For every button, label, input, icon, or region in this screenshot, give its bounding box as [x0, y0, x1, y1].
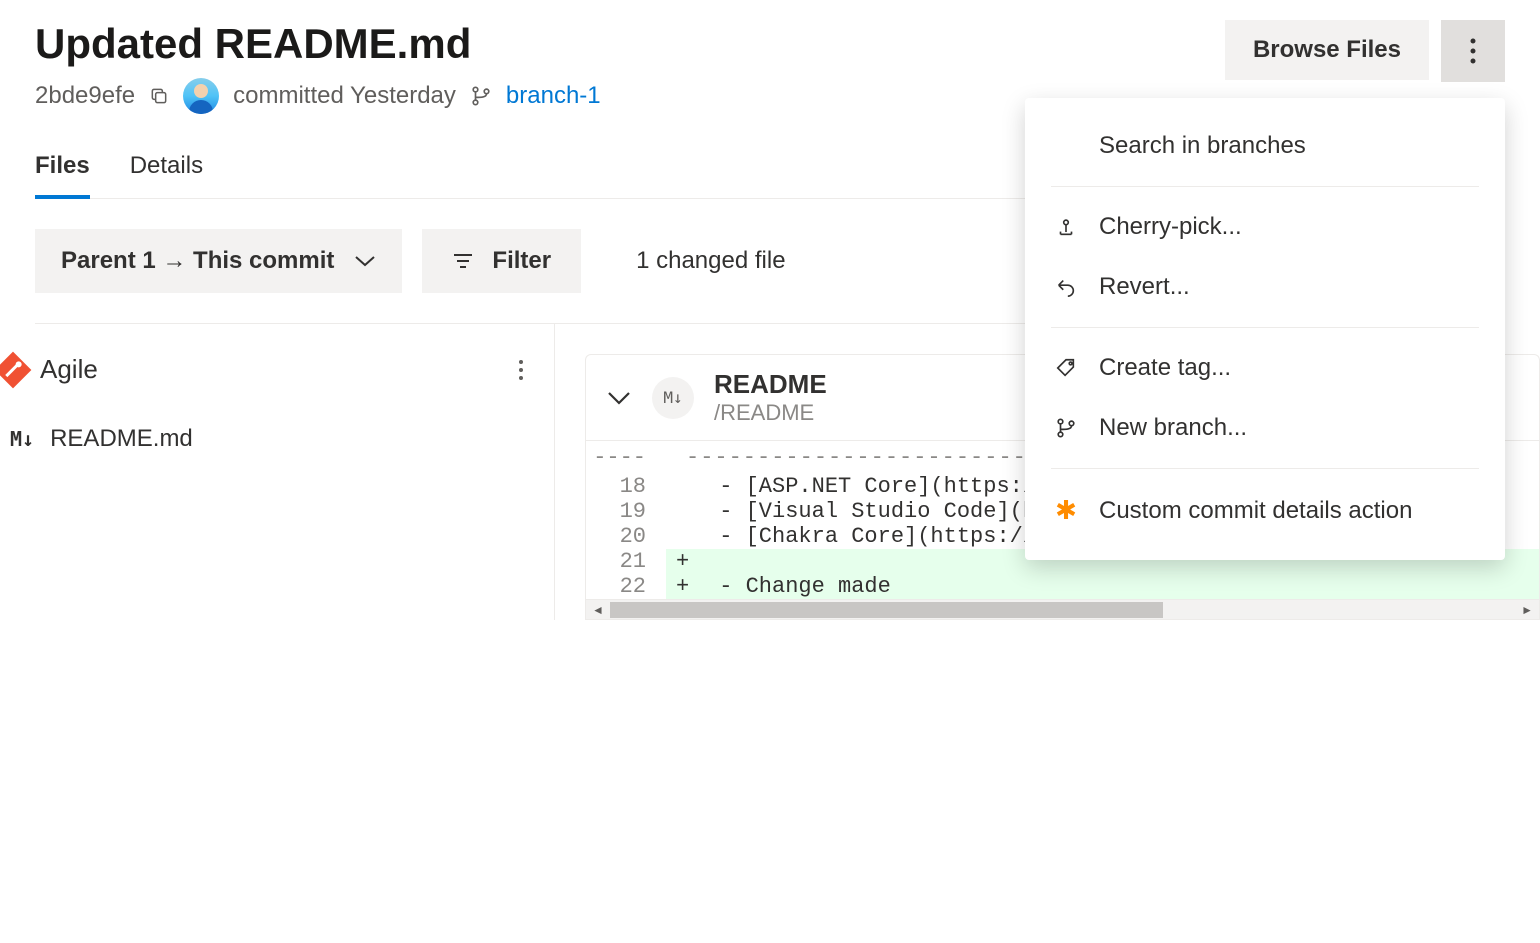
- git-icon: [0, 351, 31, 388]
- menu-search-branches[interactable]: Search in branches: [1025, 116, 1505, 176]
- line-number: 22: [586, 574, 666, 599]
- menu-item-label: Cherry-pick...: [1099, 213, 1242, 241]
- more-actions-button[interactable]: [1441, 20, 1505, 82]
- line-number: 18: [586, 474, 666, 499]
- repo-more-button[interactable]: [518, 359, 524, 381]
- menu-create-tag[interactable]: Create tag...: [1025, 338, 1505, 398]
- scroll-right-arrow[interactable]: ►: [1521, 603, 1533, 617]
- markdown-icon: M↓: [652, 377, 694, 419]
- menu-item-label: New branch...: [1099, 414, 1247, 442]
- tab-files[interactable]: Files: [35, 142, 90, 198]
- committed-text: committed Yesterday: [233, 82, 456, 110]
- menu-item-label: Revert...: [1099, 273, 1190, 301]
- collapse-toggle[interactable]: [606, 390, 632, 406]
- branch-icon: [470, 85, 492, 107]
- chevron-down-icon: [354, 254, 376, 268]
- file-tree-item[interactable]: M↓ README.md: [10, 413, 554, 465]
- menu-divider: [1051, 327, 1479, 328]
- star-icon: ✱: [1055, 495, 1077, 526]
- filter-label: Filter: [492, 247, 551, 275]
- revert-icon: [1055, 276, 1077, 298]
- markdown-icon: M↓: [10, 427, 34, 451]
- copy-icon[interactable]: [149, 86, 169, 106]
- diff-line: 22+ - Change made: [586, 574, 1539, 599]
- diff-marker: +: [666, 574, 696, 599]
- more-vertical-icon: [1470, 38, 1476, 64]
- scrollbar-thumb[interactable]: [610, 602, 1163, 618]
- menu-cherry-pick[interactable]: Cherry-pick...: [1025, 197, 1505, 257]
- cherry-pick-icon: [1055, 216, 1077, 238]
- horizontal-scrollbar[interactable]: ◄ ►: [585, 600, 1540, 620]
- menu-custom-action[interactable]: ✱ Custom commit details action: [1025, 479, 1505, 542]
- avatar[interactable]: [183, 78, 219, 114]
- filter-icon: [452, 252, 474, 270]
- line-number: 21: [586, 549, 666, 574]
- menu-item-label: Custom commit details action: [1099, 497, 1412, 525]
- menu-new-branch[interactable]: New branch...: [1025, 398, 1505, 458]
- line-number: 19: [586, 499, 666, 524]
- diff-marker: [666, 524, 696, 549]
- context-menu: Search in branches Cherry-pick...: [1025, 98, 1505, 560]
- scroll-left-arrow[interactable]: ◄: [592, 603, 604, 617]
- diff-marker: +: [666, 549, 696, 574]
- diff-marker: [666, 499, 696, 524]
- file-title: README: [714, 369, 827, 400]
- diff-marker: [666, 474, 696, 499]
- filter-button[interactable]: Filter: [422, 229, 581, 293]
- menu-item-label: Search in branches: [1099, 132, 1306, 160]
- tab-details[interactable]: Details: [130, 142, 203, 198]
- repo-name[interactable]: Agile: [40, 354, 98, 385]
- menu-item-label: Create tag...: [1099, 354, 1231, 382]
- changed-files-summary: 1 changed file: [636, 247, 785, 275]
- menu-divider: [1051, 186, 1479, 187]
- menu-divider: [1051, 468, 1479, 469]
- file-path: /README: [714, 400, 827, 426]
- menu-revert[interactable]: Revert...: [1025, 257, 1505, 317]
- file-name: README.md: [50, 425, 193, 453]
- browse-files-button[interactable]: Browse Files: [1225, 20, 1429, 80]
- page-title: Updated README.md: [35, 20, 601, 68]
- tag-icon: [1055, 357, 1077, 379]
- compare-label: Parent 1 → This commit: [61, 247, 334, 275]
- chevron-down-icon: [606, 390, 632, 406]
- code-text: - Change made: [696, 574, 891, 599]
- branch-link[interactable]: branch-1: [506, 82, 601, 110]
- branch-icon: [1055, 417, 1077, 439]
- commit-hash: 2bde9efe: [35, 82, 135, 110]
- line-number: 20: [586, 524, 666, 549]
- code-text: [696, 549, 706, 574]
- compare-dropdown[interactable]: Parent 1 → This commit: [35, 229, 402, 293]
- more-vertical-icon: [518, 359, 524, 381]
